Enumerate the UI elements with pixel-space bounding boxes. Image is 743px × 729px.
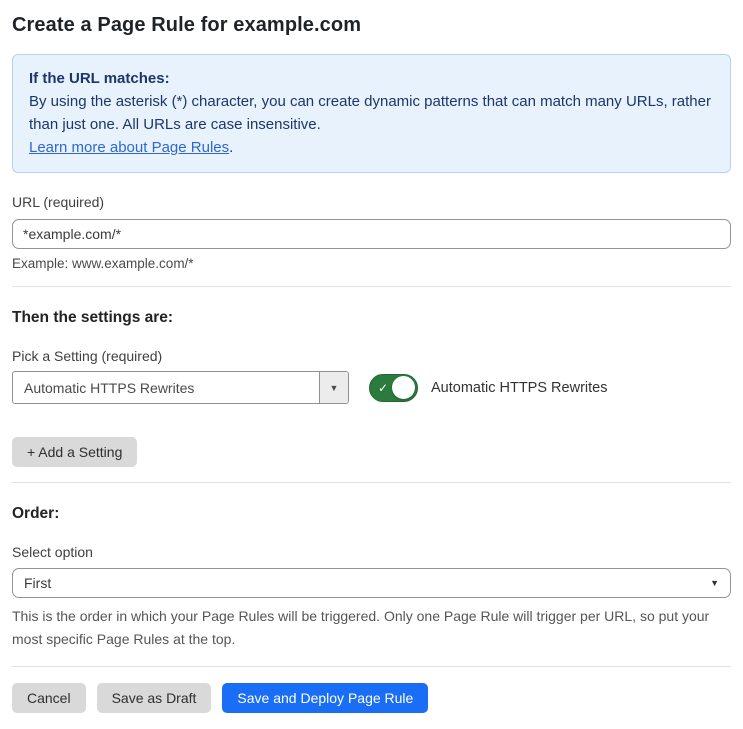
info-box-body: By using the asterisk (*) character, you… <box>29 93 711 133</box>
info-box-link-line: Learn more about Page Rules. <box>29 136 714 159</box>
save-and-deploy-button[interactable]: Save and Deploy Page Rule <box>222 683 429 713</box>
toggle-label: Automatic HTTPS Rewrites <box>431 379 608 396</box>
add-setting-button[interactable]: + Add a Setting <box>12 437 138 467</box>
setting-toggle[interactable]: ✓ <box>369 373 418 402</box>
setting-dropdown-value: Automatic HTTPS Rewrites <box>24 379 195 396</box>
order-select[interactable]: First ▼ <box>12 568 731 598</box>
info-box-heading: If the URL matches: <box>29 70 170 87</box>
check-icon: ✓ <box>378 380 389 395</box>
chevron-down-icon: ▼ <box>710 578 719 588</box>
action-bar: Cancel Save as Draft Save and Deploy Pag… <box>12 683 731 713</box>
setting-row: Automatic HTTPS Rewrites ▼ ✓ Automatic H… <box>12 371 731 404</box>
setting-dropdown-button[interactable]: ▼ <box>319 372 348 403</box>
order-select-value: First <box>24 575 52 591</box>
order-section-heading: Order: <box>12 505 60 522</box>
order-select-label: Select option <box>12 544 93 560</box>
chevron-down-icon: ▼ <box>329 382 339 393</box>
divider <box>12 482 731 483</box>
save-as-draft-button[interactable]: Save as Draft <box>96 683 212 713</box>
url-example-hint: Example: www.example.com/* <box>12 256 194 271</box>
cancel-button[interactable]: Cancel <box>12 683 86 713</box>
pick-setting-label: Pick a Setting (required) <box>12 348 163 364</box>
link-suffix: . <box>229 139 234 156</box>
order-description: This is the order in which your Page Rul… <box>12 608 710 647</box>
url-input[interactable] <box>12 219 731 249</box>
url-matches-info-box: If the URL matches: By using the asteris… <box>12 54 731 173</box>
settings-section-heading: Then the settings are: <box>12 309 174 326</box>
url-field-label: URL (required) <box>12 194 105 210</box>
setting-dropdown[interactable]: Automatic HTTPS Rewrites ▼ <box>12 371 349 404</box>
divider <box>12 286 731 287</box>
toggle-knob <box>392 376 415 399</box>
page-title: Create a Page Rule for example.com <box>12 14 362 36</box>
create-page-rule-panel: Create a Page Rule for example.com If th… <box>0 0 743 729</box>
learn-more-link[interactable]: Learn more about Page Rules <box>29 139 229 156</box>
divider <box>12 666 731 667</box>
